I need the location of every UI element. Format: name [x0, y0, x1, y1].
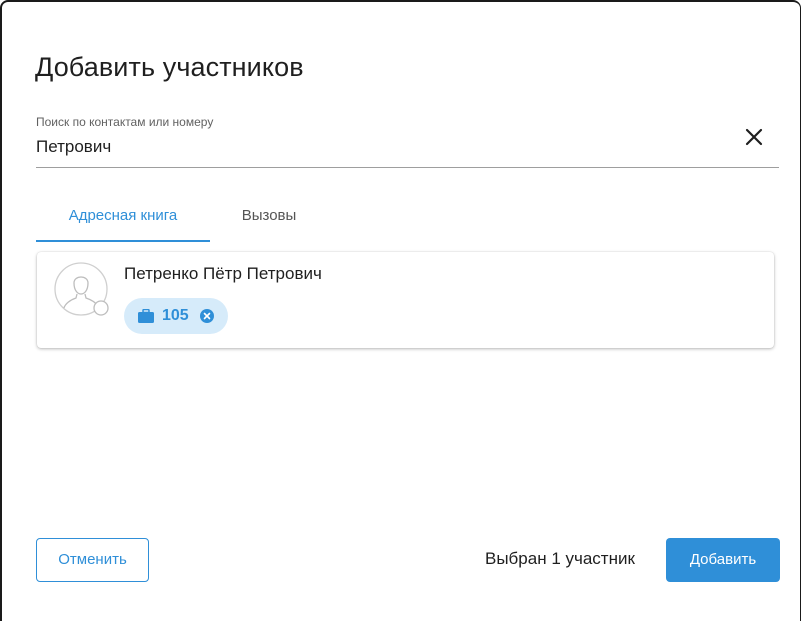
cancel-button[interactable]: Отменить [36, 538, 149, 582]
add-button[interactable]: Добавить [666, 538, 780, 582]
user-avatar-icon [53, 261, 113, 321]
tab-address-book[interactable]: Адресная книга [36, 194, 210, 242]
close-icon[interactable] [743, 126, 765, 148]
contact-card[interactable]: Петренко Пётр Петрович 105 [37, 252, 774, 348]
selected-count-text: Выбран 1 участник [485, 549, 635, 568]
dialog-title: Добавить участников [35, 52, 304, 82]
presence-offline-icon [93, 300, 109, 316]
remove-circle-icon[interactable] [200, 309, 214, 323]
search-input[interactable]: Петрович [36, 137, 111, 157]
tab-calls[interactable]: Вызовы [210, 194, 328, 242]
search-field[interactable]: Поиск по контактам или номеру Петрович [36, 112, 779, 168]
extension-chip[interactable]: 105 [124, 298, 228, 334]
extension-number: 105 [162, 307, 189, 324]
contact-name: Петренко Пётр Петрович [124, 264, 322, 283]
contact-source-tabs: Адресная книга Вызовы [36, 194, 779, 242]
briefcase-icon [138, 308, 154, 323]
search-label: Поиск по контактам или номеру [36, 115, 214, 129]
add-participants-dialog: Добавить участников Поиск по контактам и… [0, 0, 801, 621]
